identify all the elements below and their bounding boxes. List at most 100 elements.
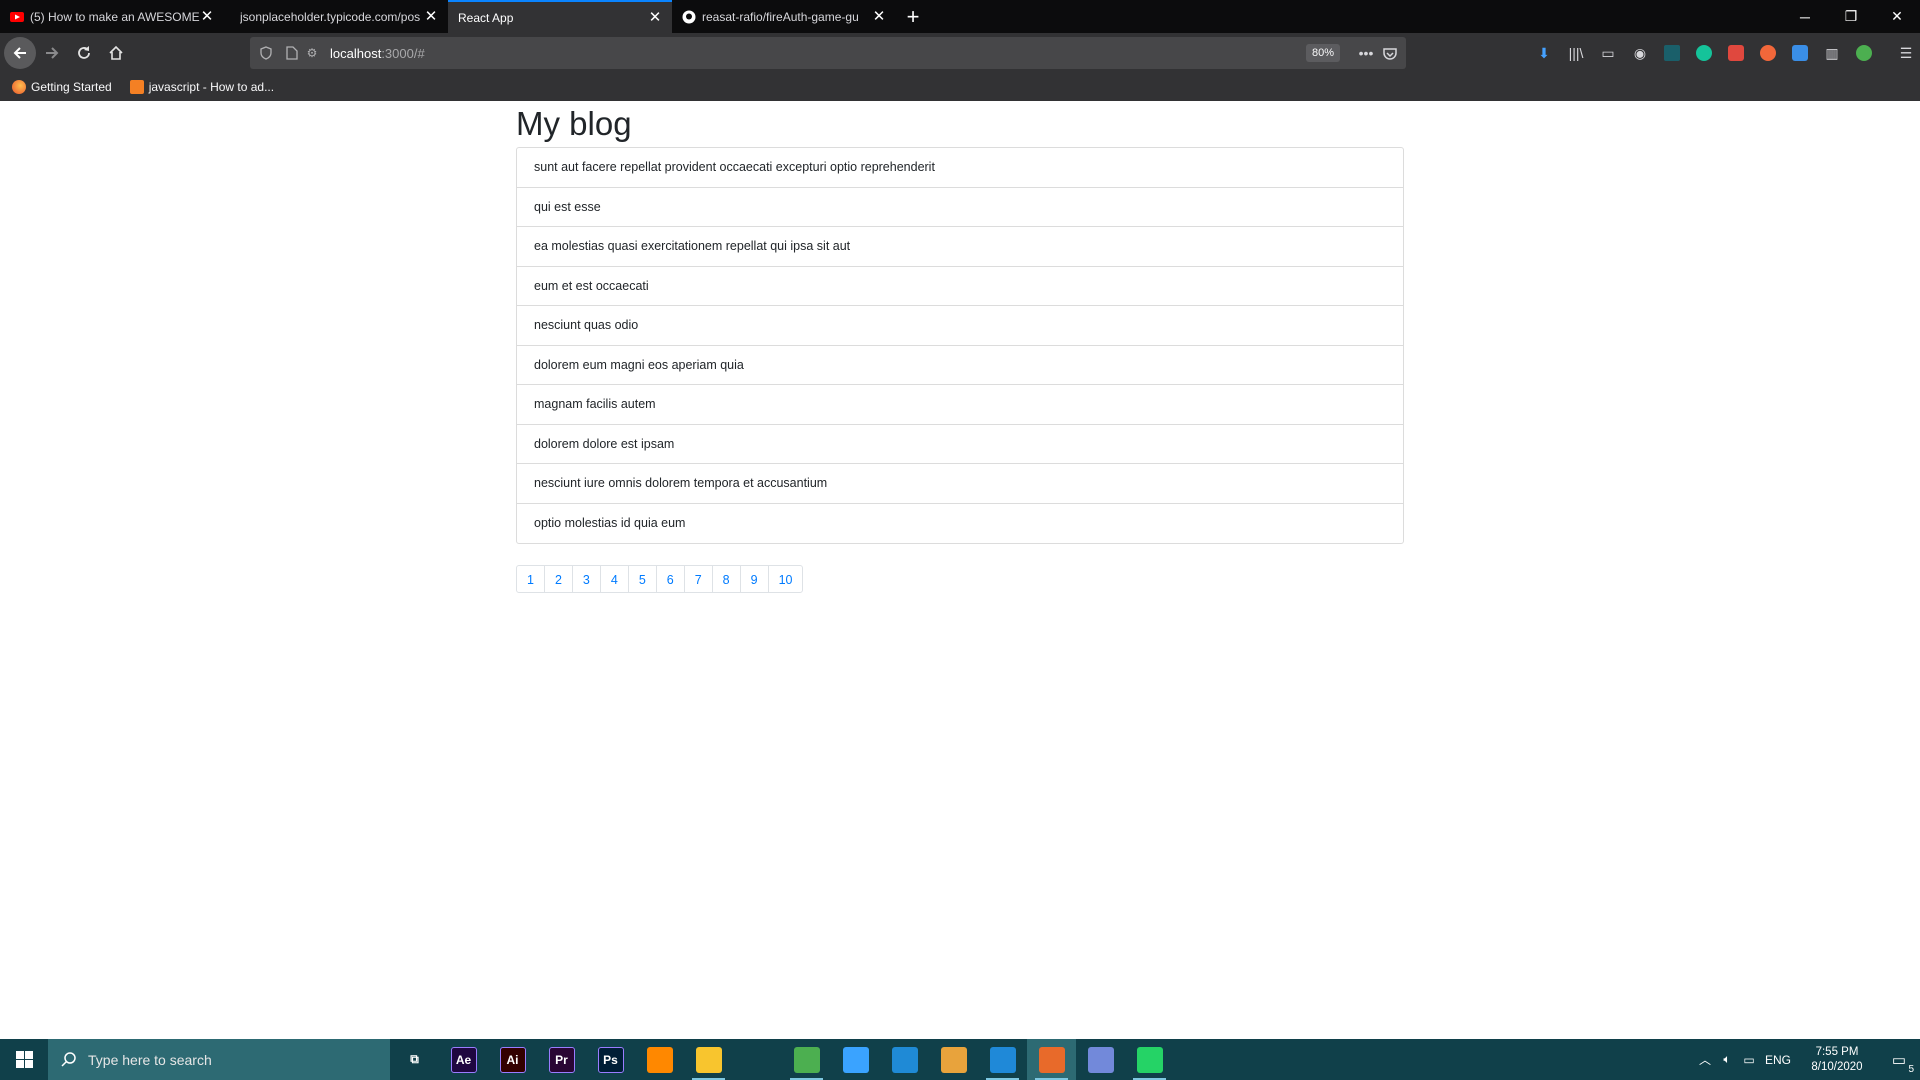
tab-react-app[interactable]: React App ✕: [448, 0, 672, 33]
vscode-app-button[interactable]: [978, 1039, 1027, 1080]
firefox-app-button[interactable]: [1027, 1039, 1076, 1080]
shield-icon[interactable]: [256, 43, 276, 63]
back-button[interactable]: [4, 37, 36, 69]
pocket-icon[interactable]: [1380, 43, 1400, 63]
start-button[interactable]: [0, 1039, 48, 1080]
page-link-9[interactable]: 9: [739, 565, 769, 593]
search-icon: [48, 1052, 88, 1067]
language-indicator[interactable]: ENG: [1760, 1039, 1796, 1080]
page-actions-icon[interactable]: •••: [1356, 43, 1376, 63]
edit-pen-app-button[interactable]: [831, 1039, 880, 1080]
pagination: 1 2 3 4 5 6 7 8 9 10: [516, 565, 1404, 593]
chevron-up-icon[interactable]: ︿: [1694, 1039, 1716, 1080]
vlc-app-button[interactable]: [635, 1039, 684, 1080]
minimize-icon[interactable]: ─: [1782, 0, 1828, 33]
photoshop-app-button[interactable]: Ps: [586, 1039, 635, 1080]
sidebar-icon[interactable]: ▭: [1592, 37, 1624, 69]
zoom-indicator[interactable]: 80%: [1305, 44, 1340, 62]
weather-app-button[interactable]: [929, 1039, 978, 1080]
whatsapp-app-button[interactable]: [1125, 1039, 1174, 1080]
search-placeholder: Type here to search: [88, 1051, 212, 1068]
extension-n-icon[interactable]: [1656, 37, 1688, 69]
page-link-10[interactable]: 10: [767, 565, 804, 593]
mail-icon: [891, 1046, 918, 1073]
close-icon[interactable]: ✕: [648, 10, 662, 25]
bookmark-javascript[interactable]: javascript - How to ad...: [129, 80, 274, 94]
youtube-icon: [10, 11, 24, 22]
premiere-app-button[interactable]: Pr: [537, 1039, 586, 1080]
volume-icon[interactable]: 🔈︎: [1716, 1039, 1738, 1080]
tab-title: jsonplaceholder.typicode.com/pos: [240, 9, 421, 24]
forward-button[interactable]: [36, 37, 68, 69]
page-icon[interactable]: [282, 43, 302, 63]
tab-jsonplaceholder[interactable]: jsonplaceholder.typicode.com/pos ✕: [224, 0, 448, 33]
stackoverflow-icon: [129, 80, 144, 94]
close-window-icon[interactable]: ✕: [1874, 0, 1920, 33]
vlc-icon: [646, 1046, 673, 1073]
url-text[interactable]: localhost:3000/#: [330, 46, 425, 61]
post-list: sunt aut facere repellat provident occae…: [516, 147, 1404, 544]
discord-app-button[interactable]: [1076, 1039, 1125, 1080]
store-icon: [744, 1046, 771, 1073]
tab-github[interactable]: reasat-rafio/fireAuth-game-gu ✕: [672, 0, 896, 33]
account-icon[interactable]: ◉: [1624, 37, 1656, 69]
page-link-8[interactable]: 8: [711, 565, 741, 593]
home-button[interactable]: [100, 37, 132, 69]
edit-pen-icon: [842, 1046, 869, 1073]
discord-icon: [1087, 1046, 1114, 1073]
toolbar-icons: ⬇ |||\ ▭ ◉ ▥ ☰: [1528, 33, 1920, 73]
brave-ext-icon[interactable]: [1752, 37, 1784, 69]
page-link-1[interactable]: 1: [516, 565, 545, 593]
forward-arrow-icon: [46, 47, 59, 59]
extension-green-icon[interactable]: [1848, 37, 1880, 69]
task-view-app-button[interactable]: ⧉: [390, 1039, 439, 1080]
weather-icon: [940, 1046, 967, 1073]
page-link-7[interactable]: 7: [683, 565, 713, 593]
clock[interactable]: 7:55 PM 8/10/2020: [1796, 1045, 1878, 1075]
taskbar-search[interactable]: Type here to search: [48, 1039, 390, 1080]
download-icon[interactable]: ⬇: [1528, 37, 1560, 69]
list-item: sunt aut facere repellat provident occae…: [517, 148, 1403, 188]
tab-youtube[interactable]: (5) How to make an AWESOME ✕: [0, 0, 224, 33]
network-icon[interactable]: ▭: [1738, 1039, 1760, 1080]
close-icon[interactable]: ✕: [872, 9, 886, 24]
blocker-icon[interactable]: [1784, 37, 1816, 69]
clock-date: 8/10/2020: [1811, 1060, 1863, 1073]
list-item: eum et est occaecati: [517, 267, 1403, 306]
library-icon[interactable]: |||\: [1560, 37, 1592, 69]
after-effects-app-button[interactable]: Ae: [439, 1039, 488, 1080]
windows-icon: [15, 1051, 33, 1068]
tab-strip: (5) How to make an AWESOME ✕ jsonplaceho…: [0, 0, 1920, 33]
action-center-icon[interactable]: ▭ 5: [1878, 1039, 1920, 1080]
menu-icon[interactable]: ☰: [1890, 37, 1920, 69]
illustrator-app-button[interactable]: Ai: [488, 1039, 537, 1080]
reload-button[interactable]: [68, 37, 100, 69]
grammarly-icon[interactable]: [1688, 37, 1720, 69]
tab-title: reasat-rafio/fireAuth-game-gu: [702, 9, 859, 24]
close-icon[interactable]: ✕: [424, 9, 438, 24]
chrome-icon: [793, 1046, 820, 1073]
taskbar: Type here to search ⧉ Ae Ai Pr Ps ︿ 🔈︎ ▭ ENG…: [0, 1039, 1920, 1080]
mail-app-button[interactable]: [880, 1039, 929, 1080]
url-bar[interactable]: ⚙ localhost:3000/# 80% •••: [250, 37, 1406, 69]
page-link-2[interactable]: 2: [543, 565, 573, 593]
columns-icon[interactable]: ▥: [1816, 37, 1848, 69]
store-app-button[interactable]: [733, 1039, 782, 1080]
restore-icon[interactable]: ❐: [1828, 0, 1874, 33]
file-explorer-app-button[interactable]: [684, 1039, 733, 1080]
page-link-4[interactable]: 4: [599, 565, 629, 593]
window-controls: ─ ❐ ✕: [1782, 0, 1920, 33]
new-tab-button[interactable]: +: [896, 0, 930, 33]
page-link-3[interactable]: 3: [571, 565, 601, 593]
bookmark-getting-started[interactable]: Getting Started: [12, 80, 112, 94]
notification-count: 5: [1908, 1063, 1915, 1075]
clock-time: 7:55 PM: [1815, 1045, 1859, 1058]
permissions-icon[interactable]: ⚙: [302, 43, 322, 63]
page-link-6[interactable]: 6: [655, 565, 685, 593]
extension-red-icon[interactable]: [1720, 37, 1752, 69]
close-icon[interactable]: ✕: [200, 9, 214, 24]
tab-title: (5) How to make an AWESOME: [30, 9, 200, 24]
page-link-5[interactable]: 5: [627, 565, 657, 593]
chrome-app-button[interactable]: [782, 1039, 831, 1080]
reload-icon: [78, 46, 90, 59]
